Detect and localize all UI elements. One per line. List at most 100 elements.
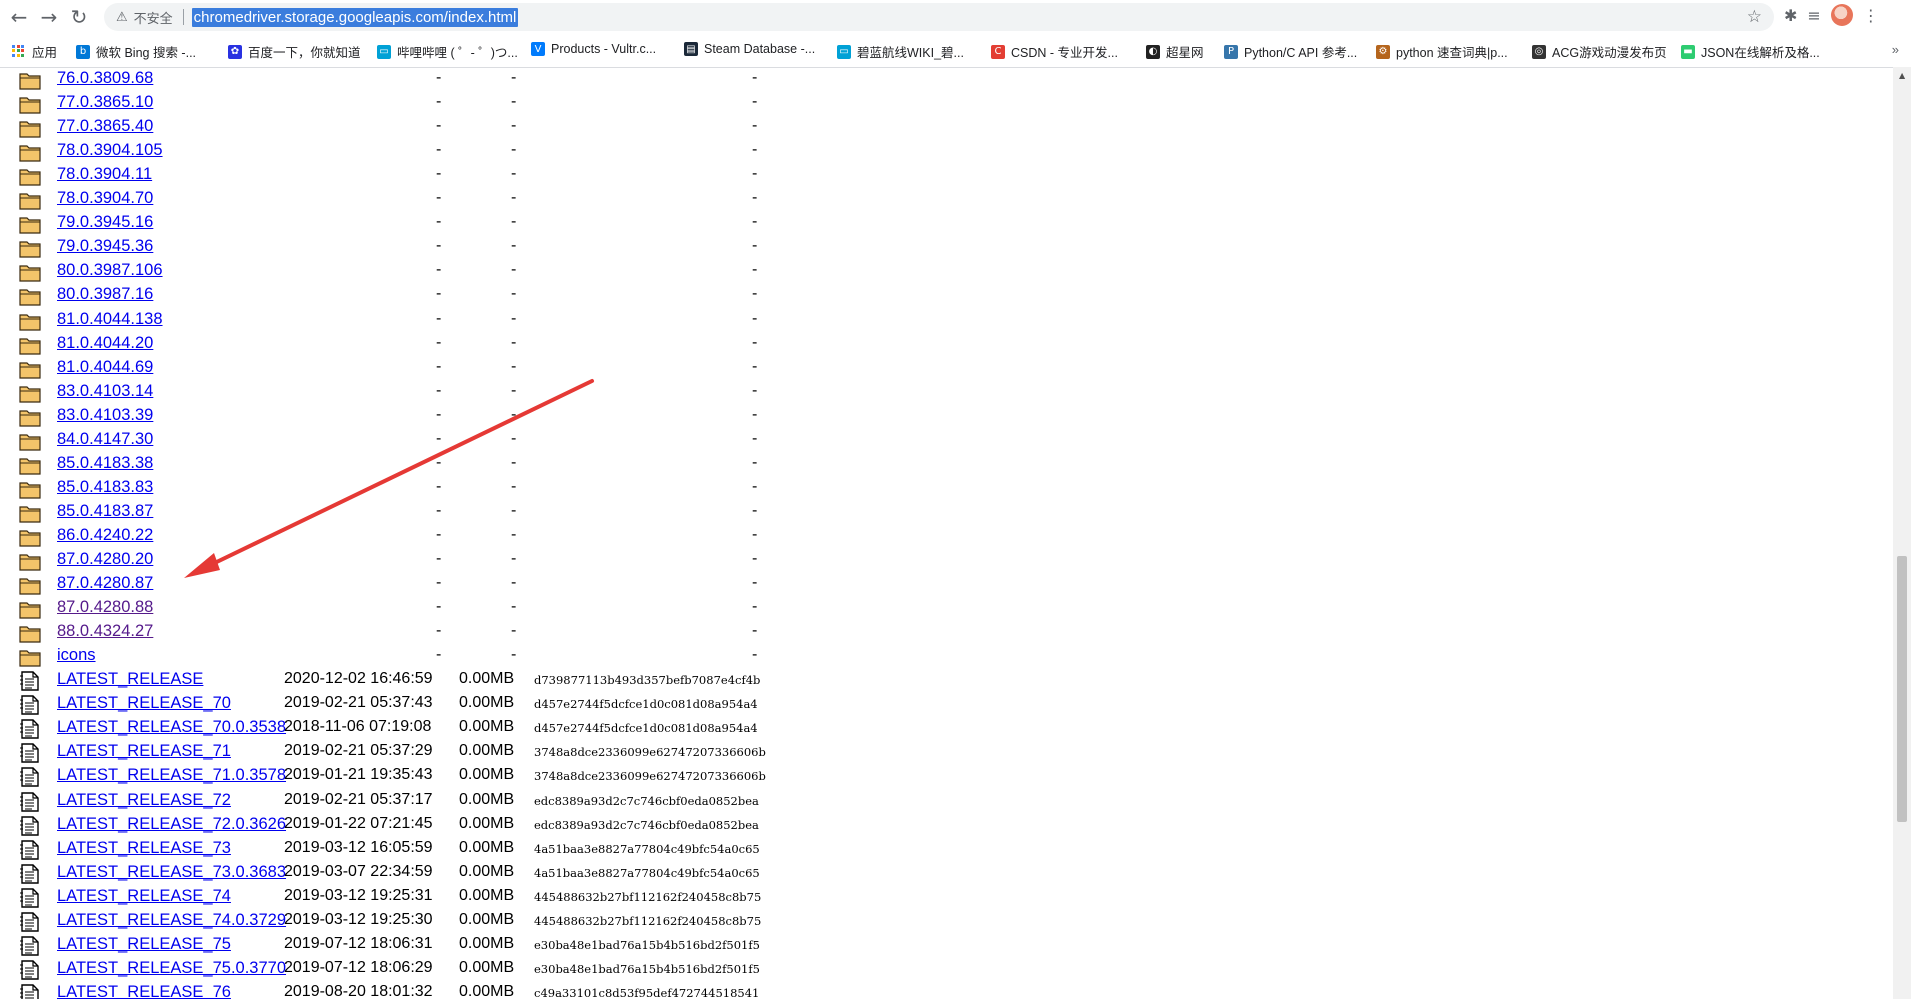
url-text[interactable]: chromedriver.storage.googleapis.com/inde… <box>191 7 519 27</box>
folder-link[interactable]: 77.0.3865.40 <box>57 117 153 136</box>
scrollbar-thumb[interactable] <box>1897 556 1907 822</box>
file-icon <box>19 719 41 740</box>
file-link[interactable]: LATEST_RELEASE <box>57 670 203 689</box>
folder-icon <box>19 70 41 90</box>
bookmark-item[interactable]: b 微软 Bing 搜索 -... <box>76 42 196 61</box>
folder-link[interactable]: 85.0.4183.38 <box>57 454 153 473</box>
bookmark-label: 超星网 <box>1166 46 1204 60</box>
bookmark-item[interactable]: C CSDN - 专业开发... <box>991 42 1118 61</box>
file-size: 0.00MB <box>459 742 515 760</box>
etag-dash: - <box>752 165 758 183</box>
folder-link[interactable]: 88.0.4324.27 <box>57 622 153 641</box>
etag-hash: edc8389a93d2c7c746cbf0eda0852bea <box>534 817 759 832</box>
modified-dash: - <box>436 477 442 495</box>
modified-dash: - <box>436 213 442 231</box>
bookmark-label: 微软 Bing 搜索 -... <box>96 46 197 60</box>
folder-link[interactable]: 81.0.4044.69 <box>57 358 153 377</box>
folder-link[interactable]: 77.0.3865.10 <box>57 93 153 112</box>
listing-row: 87.0.4280.87 - - - <box>0 572 780 596</box>
profile-avatar[interactable] <box>1830 4 1853 26</box>
bookmark-item[interactable]: 应用 <box>12 42 57 61</box>
folder-link[interactable]: 80.0.3987.106 <box>57 261 163 280</box>
reload-button[interactable]: ↻ <box>64 2 94 32</box>
folder-link[interactable]: 83.0.4103.39 <box>57 406 153 425</box>
file-link[interactable]: LATEST_RELEASE_70.0.3538 <box>57 718 286 737</box>
extensions-puzzle-icon[interactable]: ✱ <box>1784 6 1797 25</box>
security-indicator[interactable]: 不安全 <box>134 8 173 27</box>
file-link[interactable]: LATEST_RELEASE_75 <box>57 935 231 954</box>
bookmark-item[interactable]: P Python/C API 参考... <box>1224 42 1357 61</box>
bookmark-star-icon[interactable]: ☆ <box>1747 7 1762 27</box>
listing-row: 85.0.4183.83 - - - <box>0 476 780 500</box>
folder-link[interactable]: 78.0.3904.11 <box>57 165 152 184</box>
bookmark-item[interactable]: ◐ 超星网 <box>1146 42 1204 61</box>
etag-dash: - <box>752 213 758 231</box>
listing-row: LATEST_RELEASE_70.0.3538 2018-11-06 07:19… <box>0 716 780 740</box>
listing-row: LATEST_RELEASE_74 2019-03-12 19:25:31 0.00… <box>0 885 780 909</box>
file-link[interactable]: LATEST_RELEASE_76 <box>57 983 231 999</box>
size-dash: - <box>511 429 517 447</box>
file-link[interactable]: LATEST_RELEASE_74 <box>57 887 231 906</box>
folder-link[interactable]: icons <box>57 646 96 665</box>
folder-link[interactable]: 76.0.3809.68 <box>57 69 153 88</box>
etag-hash: d457e2744f5dcfce1d0c081d08a954a4 <box>534 697 758 712</box>
file-icon <box>19 936 41 956</box>
scroll-up-icon[interactable]: ▲ <box>1899 71 1905 80</box>
bookmark-item[interactable]: ▭ 哔哩哔哩 ( ゜- ゜)つ... <box>377 42 518 61</box>
folder-link[interactable]: 85.0.4183.87 <box>57 502 153 521</box>
bookmark-item[interactable]: ✿ 百度一下，你就知道 <box>228 42 361 61</box>
back-button[interactable]: ← <box>4 2 34 32</box>
modified-date: 2019-08-20 18:01:32 <box>284 982 433 999</box>
folder-link[interactable]: 80.0.3987.16 <box>57 285 153 304</box>
folder-link[interactable]: 79.0.3945.36 <box>57 237 153 256</box>
file-link[interactable]: LATEST_RELEASE_73.0.3683 <box>57 863 286 882</box>
reading-list-icon[interactable]: ≡ <box>1807 6 1820 25</box>
bookmark-item[interactable]: ▬ JSON在线解析及格... <box>1681 42 1820 61</box>
etag-dash: - <box>752 574 758 592</box>
folder-link[interactable]: 87.0.4280.88 <box>57 598 153 617</box>
folder-link[interactable]: 81.0.4044.20 <box>57 334 153 353</box>
bookmark-item[interactable]: ⚙ python 速查词典|p... <box>1376 42 1508 61</box>
file-link[interactable]: LATEST_RELEASE_74.0.3729 <box>57 911 286 930</box>
folder-link[interactable]: 78.0.3904.70 <box>57 189 153 208</box>
folder-link[interactable]: 83.0.4103.14 <box>57 382 153 401</box>
folder-link[interactable]: 84.0.4147.30 <box>57 430 153 449</box>
bookmark-item[interactable]: ▤ Steam Database -... <box>684 42 815 56</box>
folder-link[interactable]: 79.0.3945.16 <box>57 213 153 232</box>
menu-kebab-icon[interactable]: ⋮ <box>1863 6 1879 25</box>
folder-link[interactable]: 87.0.4280.20 <box>57 550 153 569</box>
python-dict-icon: ⚙ <box>1376 44 1390 59</box>
bookmark-item[interactable]: ◎ ACG游戏动漫发布页 <box>1532 42 1667 61</box>
bookmarks-overflow-button[interactable]: » <box>1892 42 1899 57</box>
modified-date: 2019-03-12 19:25:30 <box>284 910 433 928</box>
modified-dash: - <box>436 550 442 567</box>
listing-row: 84.0.4147.30 - - - <box>0 428 780 452</box>
file-link[interactable]: LATEST_RELEASE_71 <box>57 742 231 761</box>
file-link[interactable]: LATEST_RELEASE_73 <box>57 839 231 858</box>
size-dash: - <box>511 117 517 135</box>
folder-link[interactable]: 86.0.4240.22 <box>57 526 153 545</box>
address-bar[interactable]: ⚠ 不安全 chromedriver.storage.googleapis.co… <box>104 3 1774 31</box>
bookmark-item[interactable]: V Products - Vultr.c... <box>531 42 656 56</box>
folder-link[interactable]: 87.0.4280.87 <box>57 574 153 593</box>
size-dash: - <box>511 622 517 640</box>
folder-link[interactable]: 81.0.4044.138 <box>57 310 163 329</box>
etag-dash: - <box>752 405 758 423</box>
file-link[interactable]: LATEST_RELEASE_75.0.3770 <box>57 959 286 978</box>
file-icon <box>19 912 41 932</box>
folder-link[interactable]: 85.0.4183.83 <box>57 478 153 497</box>
file-link[interactable]: LATEST_RELEASE_72 <box>57 791 231 810</box>
browser-toolbar: ← → ↻ ⚠ 不安全 chromedriver.storage.googlea… <box>0 0 1911 34</box>
bookmark-label: Products - Vultr.c... <box>551 42 657 56</box>
file-link[interactable]: LATEST_RELEASE_71.0.3578 <box>57 766 286 785</box>
size-dash: - <box>511 550 517 567</box>
file-link[interactable]: LATEST_RELEASE_70 <box>57 694 231 713</box>
modified-dash: - <box>436 261 442 279</box>
folder-link[interactable]: 78.0.3904.105 <box>57 141 163 160</box>
vertical-scrollbar[interactable] <box>1893 67 1911 999</box>
listing-row: LATEST_RELEASE 2020-12-02 16:46:59 0.00MB d… <box>0 668 780 692</box>
forward-button[interactable]: → <box>34 2 64 32</box>
bookmark-item[interactable]: ▭ 碧蓝航线WIKI_碧... <box>837 42 964 61</box>
etag-dash: - <box>752 429 758 447</box>
file-link[interactable]: LATEST_RELEASE_72.0.3626 <box>57 815 286 834</box>
